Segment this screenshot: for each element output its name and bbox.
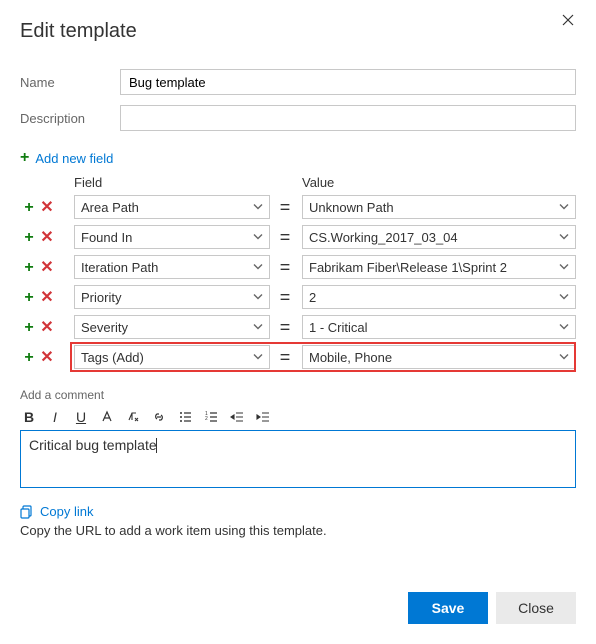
- value-header: Value: [300, 175, 576, 190]
- name-label: Name: [20, 75, 120, 90]
- name-field[interactable]: [120, 69, 576, 95]
- bulleted-list-button[interactable]: [176, 408, 194, 426]
- clear-format-button[interactable]: [124, 408, 142, 426]
- close-button[interactable]: Close: [496, 592, 576, 624]
- dialog-title: Edit template: [20, 20, 576, 43]
- equals-sign: =: [270, 347, 300, 368]
- copy-link-button[interactable]: Copy link: [20, 504, 576, 519]
- equals-sign: =: [270, 227, 300, 248]
- bold-button[interactable]: B: [20, 408, 38, 426]
- comment-text: Critical bug template: [29, 437, 157, 453]
- field-select-value: Found In: [81, 230, 132, 245]
- remove-row-button[interactable]: ✕: [38, 258, 56, 276]
- add-new-field-label: Add new field: [35, 151, 113, 166]
- field-row: +✕ Tags (Add) = Mobile, Phone: [20, 344, 576, 370]
- field-header: Field: [70, 175, 270, 190]
- field-select[interactable]: Iteration Path: [74, 255, 270, 279]
- add-row-button[interactable]: +: [20, 229, 38, 247]
- field-row: +✕ Found In = CS.Working_2017_03_04: [20, 224, 576, 250]
- field-select-value: Tags (Add): [81, 350, 144, 365]
- value-select-value: Unknown Path: [309, 200, 394, 215]
- value-select[interactable]: 1 - Critical: [302, 315, 576, 339]
- copy-icon: [20, 505, 34, 519]
- value-select[interactable]: Mobile, Phone: [302, 345, 576, 369]
- numbered-list-button[interactable]: 12: [202, 408, 220, 426]
- description-field[interactable]: [120, 105, 576, 131]
- comment-toolbar: B I U 12: [20, 406, 576, 428]
- value-select[interactable]: Fabrikam Fiber\Release 1\Sprint 2: [302, 255, 576, 279]
- description-label: Description: [20, 111, 120, 126]
- save-button[interactable]: Save: [408, 592, 488, 624]
- field-row: +✕ Priority = 2: [20, 284, 576, 310]
- copy-link-hint: Copy the URL to add a work item using th…: [20, 523, 576, 538]
- field-select[interactable]: Area Path: [74, 195, 270, 219]
- field-row: +✕ Severity = 1 - Critical: [20, 314, 576, 340]
- field-select[interactable]: Priority: [74, 285, 270, 309]
- close-icon[interactable]: [562, 14, 578, 30]
- indent-button[interactable]: [254, 408, 272, 426]
- value-select[interactable]: 2: [302, 285, 576, 309]
- field-select[interactable]: Tags (Add): [74, 345, 270, 369]
- value-select[interactable]: CS.Working_2017_03_04: [302, 225, 576, 249]
- remove-row-button[interactable]: ✕: [38, 198, 56, 216]
- remove-row-button[interactable]: ✕: [38, 228, 56, 246]
- plus-icon: +: [20, 149, 29, 167]
- field-select[interactable]: Severity: [74, 315, 270, 339]
- comment-input[interactable]: Critical bug template: [20, 430, 576, 488]
- outdent-button[interactable]: [228, 408, 246, 426]
- field-row: +✕ Area Path = Unknown Path: [20, 194, 576, 220]
- equals-sign: =: [270, 197, 300, 218]
- equals-sign: =: [270, 317, 300, 338]
- value-select-value: Fabrikam Fiber\Release 1\Sprint 2: [309, 260, 507, 275]
- field-select[interactable]: Found In: [74, 225, 270, 249]
- comment-label: Add a comment: [20, 388, 576, 402]
- field-row: +✕ Iteration Path = Fabrikam Fiber\Release …: [20, 254, 576, 280]
- field-select-value: Severity: [81, 320, 128, 335]
- add-row-button[interactable]: +: [20, 199, 38, 217]
- font-button[interactable]: [98, 408, 116, 426]
- remove-row-button[interactable]: ✕: [38, 288, 56, 306]
- value-select-value: CS.Working_2017_03_04: [309, 230, 458, 245]
- value-select-value: 1 - Critical: [309, 320, 368, 335]
- add-row-button[interactable]: +: [20, 259, 38, 277]
- value-select-value: 2: [309, 290, 316, 305]
- italic-button[interactable]: I: [46, 408, 64, 426]
- add-row-button[interactable]: +: [20, 349, 38, 367]
- equals-sign: =: [270, 287, 300, 308]
- equals-sign: =: [270, 257, 300, 278]
- add-row-button[interactable]: +: [20, 319, 38, 337]
- svg-text:2: 2: [205, 416, 208, 422]
- underline-button[interactable]: U: [72, 408, 90, 426]
- remove-row-button[interactable]: ✕: [38, 318, 56, 336]
- value-select[interactable]: Unknown Path: [302, 195, 576, 219]
- field-select-value: Iteration Path: [81, 260, 158, 275]
- copy-link-label: Copy link: [40, 504, 93, 519]
- add-row-button[interactable]: +: [20, 289, 38, 307]
- field-select-value: Priority: [81, 290, 121, 305]
- add-new-field-link[interactable]: + Add new field: [20, 149, 576, 167]
- field-select-value: Area Path: [81, 200, 139, 215]
- link-button[interactable]: [150, 408, 168, 426]
- value-select-value: Mobile, Phone: [309, 350, 392, 365]
- remove-row-button[interactable]: ✕: [38, 348, 56, 366]
